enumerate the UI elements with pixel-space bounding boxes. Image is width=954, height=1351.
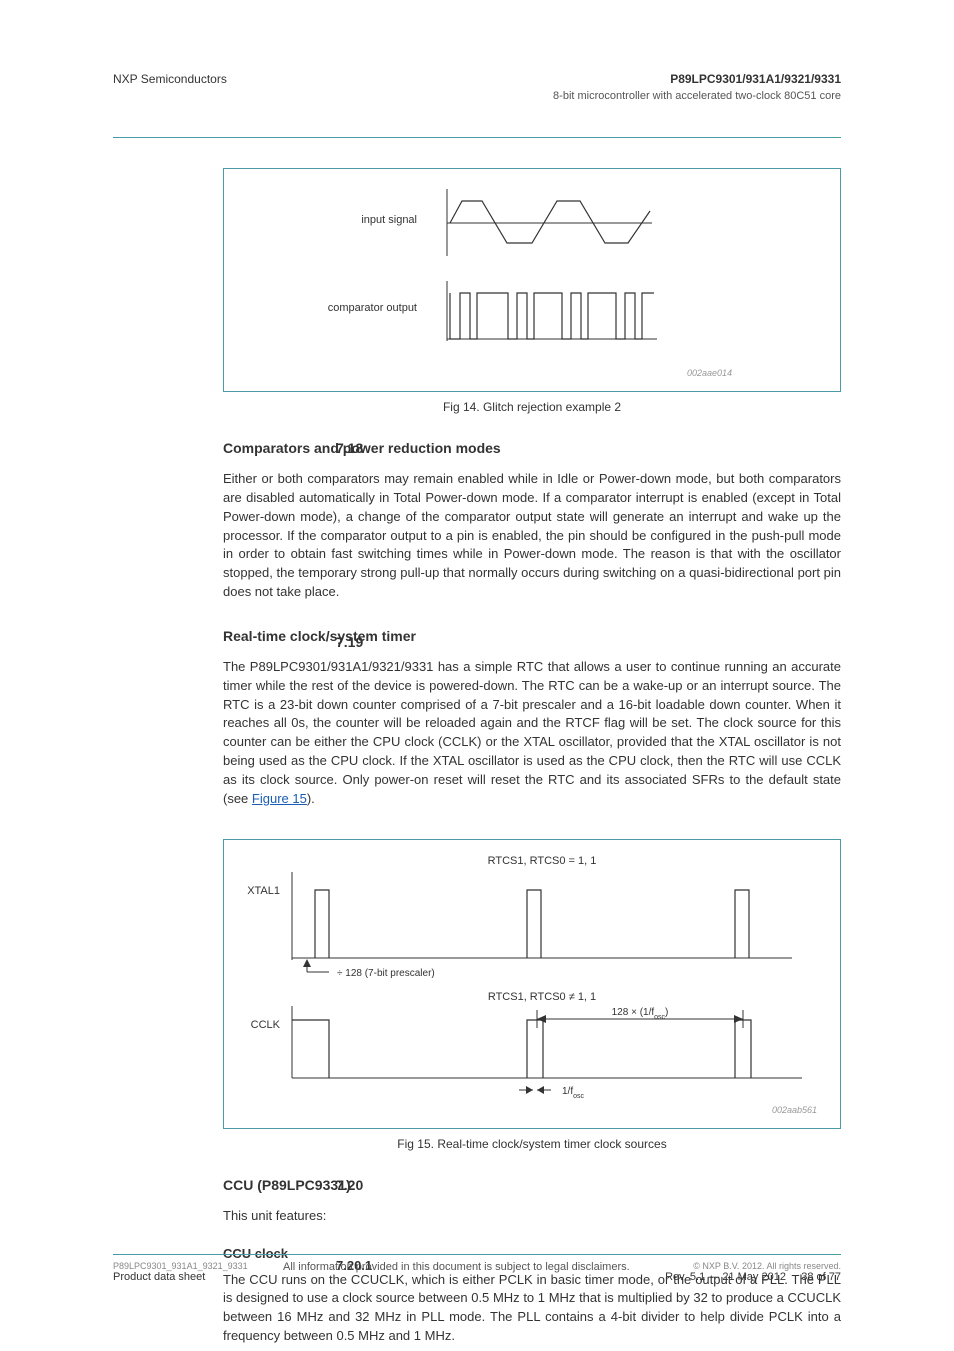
section-7-18-title: Comparators and power reduction modes	[223, 440, 841, 456]
section-7-20-num: 7.20	[336, 1177, 363, 1193]
fig15-rtcs-not11: RTCS1, RTCS0 ≠ 1, 1	[488, 991, 596, 1003]
section-7-19-para: The P89LPC9301/931A1/9321/9331 has a sim…	[223, 658, 841, 809]
figure-14-caption: Fig 14. Glitch rejection example 2	[223, 400, 841, 414]
fig15-prescaler-label: ÷ 128 (7-bit prescaler)	[337, 968, 435, 979]
figure-14-box: input signal comparator output 002aae014	[223, 168, 841, 392]
figure-15-caption: Fig 15. Real-time clock/system timer clo…	[223, 1137, 841, 1151]
fig14-input-label: input signal	[361, 214, 417, 226]
fig15-cclk: CCLK	[251, 1019, 281, 1031]
section-7-19-text: The P89LPC9301/931A1/9321/9331 has a sim…	[223, 659, 841, 806]
section-7-19-title: Real-time clock/system timer	[223, 628, 841, 644]
footer-disclaimer: All information provided in this documen…	[248, 1261, 665, 1283]
figure-15-link[interactable]: Figure 15	[252, 791, 307, 806]
section-7-18-num: 7.18	[336, 440, 363, 456]
section-7-20-para: This unit features:	[223, 1207, 841, 1226]
header-subtitle: 8-bit microcontroller with accelerated t…	[113, 90, 841, 102]
footer-doc-id: P89LPC9301_931A1_9321_9331	[113, 1261, 248, 1271]
fig15-period-label: 128 × (1/fosc)	[612, 1007, 669, 1021]
section-7-18-para: Either or both comparators may remain en…	[223, 470, 841, 602]
header-company: NXP Semiconductors	[113, 72, 227, 86]
fig14-output-label: comparator output	[328, 302, 417, 314]
header-rule	[113, 137, 841, 138]
figure-15-box: RTCS1, RTCS0 = 1, 1 XTAL1 ÷ 128 (7-bit p…	[223, 839, 841, 1129]
footer-page: 38 of 77	[801, 1271, 841, 1283]
figure-15-svg: RTCS1, RTCS0 = 1, 1 XTAL1 ÷ 128 (7-bit p…	[237, 850, 827, 1118]
footer-rev: Rev. 5.1 — 21 May 2012	[665, 1271, 786, 1283]
section-7-19-num: 7.19	[336, 634, 363, 650]
header-part-number: P89LPC9301/931A1/9321/9331	[670, 72, 841, 86]
fig15-note: 002aab561	[772, 1105, 817, 1115]
fig15-xtal1: XTAL1	[247, 885, 280, 897]
fig15-fosc-label: 1/fosc	[562, 1086, 585, 1100]
page-footer: P89LPC9301_931A1_9321_9331 Product data …	[113, 1254, 841, 1283]
fig14-note: 002aae014	[687, 368, 732, 378]
section-7-19-text-suffix: ).	[307, 791, 315, 806]
figure-14-svg: input signal comparator output 002aae014	[322, 181, 742, 381]
footer-copyright: © NXP B.V. 2012. All rights reserved.	[665, 1261, 841, 1271]
section-7-20-title: CCU (P89LPC9331)	[223, 1177, 841, 1193]
footer-doc-type: Product data sheet	[113, 1271, 248, 1283]
fig15-rtcs11: RTCS1, RTCS0 = 1, 1	[488, 855, 597, 867]
